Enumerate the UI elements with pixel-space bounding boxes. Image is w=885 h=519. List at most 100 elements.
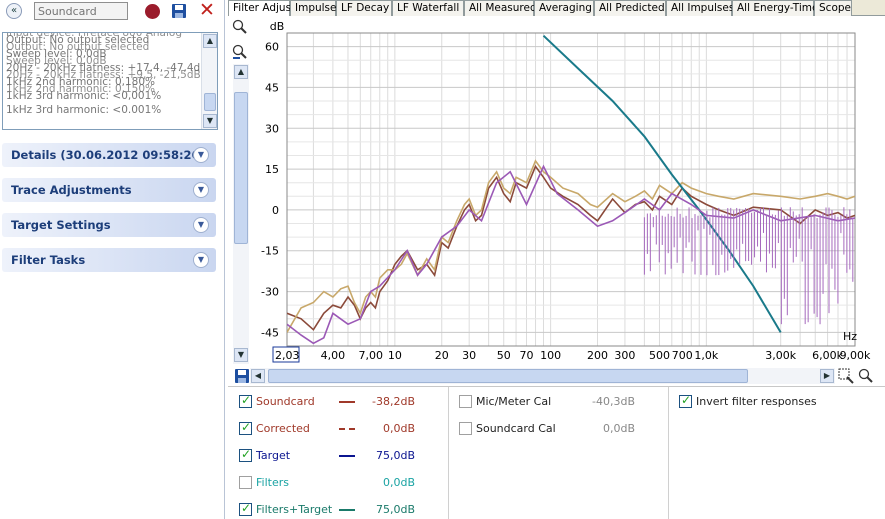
legend-row: Filters 0,0dB: [239, 475, 439, 491]
measurement-info-box: Input device: Fireface 800 Analog Output:…: [2, 32, 218, 130]
legend-value: -38,2dB: [372, 395, 415, 408]
tab-lf-waterfall[interactable]: LF Waterfall: [392, 0, 464, 16]
trace-legend: Soundcard -38,2dB Corrected 0,0dB Target 75,0…: [228, 386, 885, 519]
tab-all-predicted[interactable]: All Predicted: [594, 0, 666, 16]
legend-label: Soundcard Cal: [476, 422, 556, 435]
scroll-down-icon[interactable]: ▼: [203, 114, 217, 128]
chevron-down-icon[interactable]: ▼: [193, 147, 209, 163]
legend-value: 0,0dB: [602, 422, 635, 435]
calibration-checkbox[interactable]: [459, 395, 472, 408]
x-axis-label: Hz: [843, 330, 857, 343]
chevron-down-icon[interactable]: ▼: [193, 252, 209, 268]
section-trace-adjustments[interactable]: Trace Adjustments ▼: [2, 178, 216, 202]
x-tick-label: 1,0k: [694, 349, 718, 362]
legend-value: 75,0dB: [375, 503, 415, 516]
scroll-up-icon[interactable]: ▲: [203, 34, 217, 48]
scroll-right-icon[interactable]: ▶: [820, 369, 834, 383]
scroll-thumb[interactable]: [204, 93, 216, 111]
trace-checkbox[interactable]: [239, 447, 252, 462]
x-tick-label: 20: [435, 349, 449, 362]
legend-row: Soundcard -38,2dB: [239, 393, 439, 410]
save-graph-icon[interactable]: [234, 368, 250, 384]
legend-label: Filters+Target: [256, 503, 333, 516]
y-tick-label: 30: [265, 122, 279, 135]
tab-lf-decay[interactable]: LF Decay: [336, 0, 392, 16]
tab-filter-adjust[interactable]: Filter Adjust: [228, 0, 295, 17]
series-filters-target: [542, 34, 782, 333]
trace-checkbox[interactable]: [239, 501, 252, 516]
trace-checkbox[interactable]: [239, 420, 252, 435]
scroll-up-icon[interactable]: ▲: [234, 65, 248, 79]
app-window: « ✕ Input device: Fireface 800 AnalogOut…: [0, 0, 885, 519]
zoom-fit-icon[interactable]: [858, 368, 874, 384]
info-scrollbar[interactable]: ▲ ▼: [201, 33, 217, 129]
y-tick-label: -45: [261, 326, 279, 339]
zoom-region-icon[interactable]: [838, 368, 854, 384]
y-tick-label: 60: [265, 41, 279, 54]
x-tick-label: 200: [587, 349, 608, 362]
chart-horizontal-scrollbar[interactable]: ◀ ▶: [250, 368, 835, 384]
scroll-left-icon[interactable]: ◀: [251, 369, 265, 383]
calibration-checkbox[interactable]: [459, 422, 472, 435]
legend-label: Corrected: [256, 422, 310, 435]
left-panel: « ✕ Input device: Fireface 800 AnalogOut…: [0, 0, 225, 519]
y-tick-label: 0: [272, 204, 279, 217]
section-filter-tasks[interactable]: Filter Tasks ▼: [2, 248, 216, 272]
y-tick-label: 15: [265, 163, 279, 176]
section-label: Trace Adjustments: [11, 183, 132, 197]
tab-scope[interactable]: Scope: [814, 0, 852, 16]
invert-filter-checkbox[interactable]: [679, 393, 692, 408]
legend-label: Target: [256, 449, 291, 462]
tab-all-impulses[interactable]: All Impulses: [666, 0, 734, 16]
tab-all-energy-time[interactable]: All Energy-Time: [732, 0, 818, 16]
legend-value: 0,0dB: [382, 476, 415, 489]
scroll-down-icon[interactable]: ▼: [234, 348, 248, 362]
x-tick-label: 700: [672, 349, 693, 362]
legend-value: 75,0dB: [375, 449, 415, 462]
legend-value: -40,3dB: [592, 395, 635, 408]
info-line: 1kHz 3rd harmonic: <0.001%: [6, 103, 201, 117]
tab-bar: Filter Adjust Impulse LF Decay LF Waterfall…: [228, 0, 885, 17]
zoom-in-icon[interactable]: [232, 19, 248, 35]
collapse-panel-icon[interactable]: «: [6, 3, 22, 19]
y-axis-label: dB: [270, 20, 285, 33]
section-label: Filter Tasks: [11, 253, 86, 267]
x-tick-label: 2,03: [275, 349, 300, 362]
legend-value: 0,0dB: [382, 422, 415, 435]
zoom-out-icon[interactable]: [232, 44, 248, 60]
legend-label: Filters: [256, 476, 289, 489]
device-input[interactable]: [34, 2, 128, 20]
trace-checkbox[interactable]: [239, 476, 252, 489]
chart-vertical-scrollbar[interactable]: ▲ ▼: [233, 64, 249, 364]
x-tick-label: 10: [388, 349, 402, 362]
section-target-settings[interactable]: Target Settings ▼: [2, 213, 216, 237]
tab-averaging[interactable]: Averaging: [534, 0, 594, 16]
close-icon[interactable]: ✕: [198, 1, 216, 20]
device-toolbar: « ✕: [0, 0, 225, 24]
x-tick-label: 100: [540, 349, 561, 362]
chevron-down-icon[interactable]: ▼: [193, 182, 209, 198]
legend-line-symbol: [339, 428, 355, 430]
info-line: 1kHz 2nd harmonic: 0,150% 1kHz 3rd harmon…: [6, 83, 201, 103]
legend-row: Corrected 0,0dB: [239, 420, 439, 437]
x-tick-label: 3,00k: [765, 349, 796, 362]
trace-checkbox[interactable]: [239, 393, 252, 408]
legend-row: Target 75,0dB: [239, 447, 439, 464]
save-icon[interactable]: [171, 3, 187, 19]
scroll-thumb[interactable]: [234, 92, 248, 244]
scroll-thumb[interactable]: [268, 369, 748, 383]
tab-impulse[interactable]: Impulse: [290, 0, 337, 16]
frequency-response-chart[interactable]: 60 45 30 15 0 -15 -30 -45 dB 2,03 4,00 7,00 10 20 30 50…: [250, 16, 885, 368]
legend-line-symbol: [339, 509, 355, 511]
x-tick-label: 500: [649, 349, 670, 362]
info-line-text: 1kHz 3rd harmonic: <0,001%: [6, 90, 162, 102]
x-tick-label: 9,00k: [840, 349, 871, 362]
section-details[interactable]: Details (30.06.2012 09:58:26) ▼: [2, 143, 216, 167]
record-icon[interactable]: [145, 4, 160, 19]
x-tick-label: 7,00: [358, 349, 383, 362]
legend-row: Soundcard Cal 0,0dB: [459, 421, 659, 437]
legend-row: Filters+Target 75,0dB: [239, 501, 439, 518]
x-tick-label: 30: [462, 349, 476, 362]
chevron-down-icon[interactable]: ▼: [193, 217, 209, 233]
tab-all-measured[interactable]: All Measured: [464, 0, 537, 16]
